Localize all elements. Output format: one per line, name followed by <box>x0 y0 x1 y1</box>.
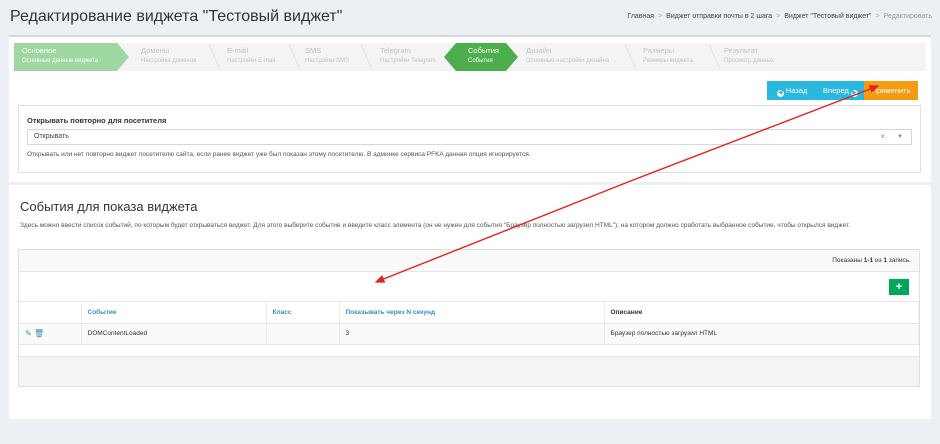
edit-panel: Основное Основные данные виджета Домены На… <box>9 35 931 419</box>
chevron-down-icon[interactable]: ▼ <box>897 130 903 144</box>
column-actions <box>19 302 82 324</box>
grid-toolbar: + <box>19 272 919 302</box>
events-grid: Показаны 1-1 из 1 запись. + Событие Клас… <box>18 249 920 387</box>
cell-description: Браузер полностью загрузил HTML <box>604 323 919 345</box>
reopen-select-value: Открывать <box>34 133 69 140</box>
breadcrumb: Главная > Виджет отправки почты в 2 шага > В… <box>627 13 932 20</box>
reopen-label: Открывать повторно для посетителя <box>27 116 167 125</box>
grid-footer <box>19 356 919 386</box>
reopen-select[interactable]: Открывать × ▼ <box>27 129 912 145</box>
table-row: ✎ 🗑 DOMContentLoaded 3 Браузер полностью… <box>19 323 919 345</box>
wizard-step-main[interactable]: Основное Основные данные виджета <box>14 43 117 71</box>
events-section-description: Здесь можно ввести список событий, по ко… <box>20 222 851 229</box>
section-divider <box>9 182 931 185</box>
wizard-step-events[interactable]: События События <box>456 43 506 71</box>
arrow-right-icon: ▶ <box>850 90 858 97</box>
wizard-step-telegram[interactable]: Telegram Настройки Telegram <box>380 43 448 71</box>
row-actions: ✎ 🗑 <box>19 323 82 345</box>
wizard-steps: Основное Основные данные виджета Домены На… <box>14 43 926 71</box>
page-header: Редактирование виджета "Тестовый виджет"… <box>0 0 940 36</box>
grid-summary: Показаны 1-1 из 1 запись. <box>19 250 919 272</box>
column-delay[interactable]: Показывать через N секунд <box>339 302 605 324</box>
page-title: Редактирование виджета "Тестовый виджет" <box>10 8 343 25</box>
arrow-left-icon: ◀ <box>776 90 784 97</box>
forward-button[interactable]: Вперед ▶ <box>817 81 864 100</box>
cell-class <box>266 323 340 345</box>
reopen-help-text: Открывать или нет повторно виджет посети… <box>27 151 531 158</box>
pencil-icon[interactable]: ✎ <box>25 329 32 338</box>
wizard-step-result[interactable]: Результат Просмотр данных <box>724 43 804 71</box>
clear-icon[interactable]: × <box>880 130 885 144</box>
cell-event: DOMContentLoaded <box>81 323 267 345</box>
column-event[interactable]: Событие <box>81 302 267 324</box>
column-class[interactable]: Класс <box>266 302 340 324</box>
breadcrumb-widget-type[interactable]: Виджет отправки почты в 2 шага <box>666 13 772 20</box>
wizard-step-sms[interactable]: SMS Настройки SMS <box>305 43 375 71</box>
grid-summary-text: Показаны 1-1 из 1 запись. <box>832 257 911 264</box>
trash-icon[interactable]: 🗑 <box>34 329 44 338</box>
events-section-title: События для показа виджета <box>20 199 198 214</box>
breadcrumb-current: Редактировать <box>883 13 932 20</box>
cell-delay: 3 <box>339 323 605 345</box>
back-button[interactable]: ◀ Назад <box>767 81 817 100</box>
wizard-arrow <box>117 43 129 71</box>
add-event-button[interactable]: + <box>889 279 909 295</box>
column-description: Описание <box>604 302 919 324</box>
reopen-form-group: Открывать повторно для посетителя Открыв… <box>18 105 921 173</box>
breadcrumb-home[interactable]: Главная <box>627 13 654 20</box>
apply-button[interactable]: Применить <box>864 81 918 100</box>
wizard-arrow <box>444 43 456 71</box>
breadcrumb-widget[interactable]: Виджет "Тестовый виджет" <box>784 13 871 20</box>
events-table: Событие Класс Показывать через N секунд … <box>19 302 919 345</box>
wizard-step-design[interactable]: Дизайн Основные настройки дизайна <box>526 43 631 71</box>
wizard-step-email[interactable]: E-mail Настройки E-mail <box>227 43 297 71</box>
wizard-arrow <box>506 43 518 71</box>
